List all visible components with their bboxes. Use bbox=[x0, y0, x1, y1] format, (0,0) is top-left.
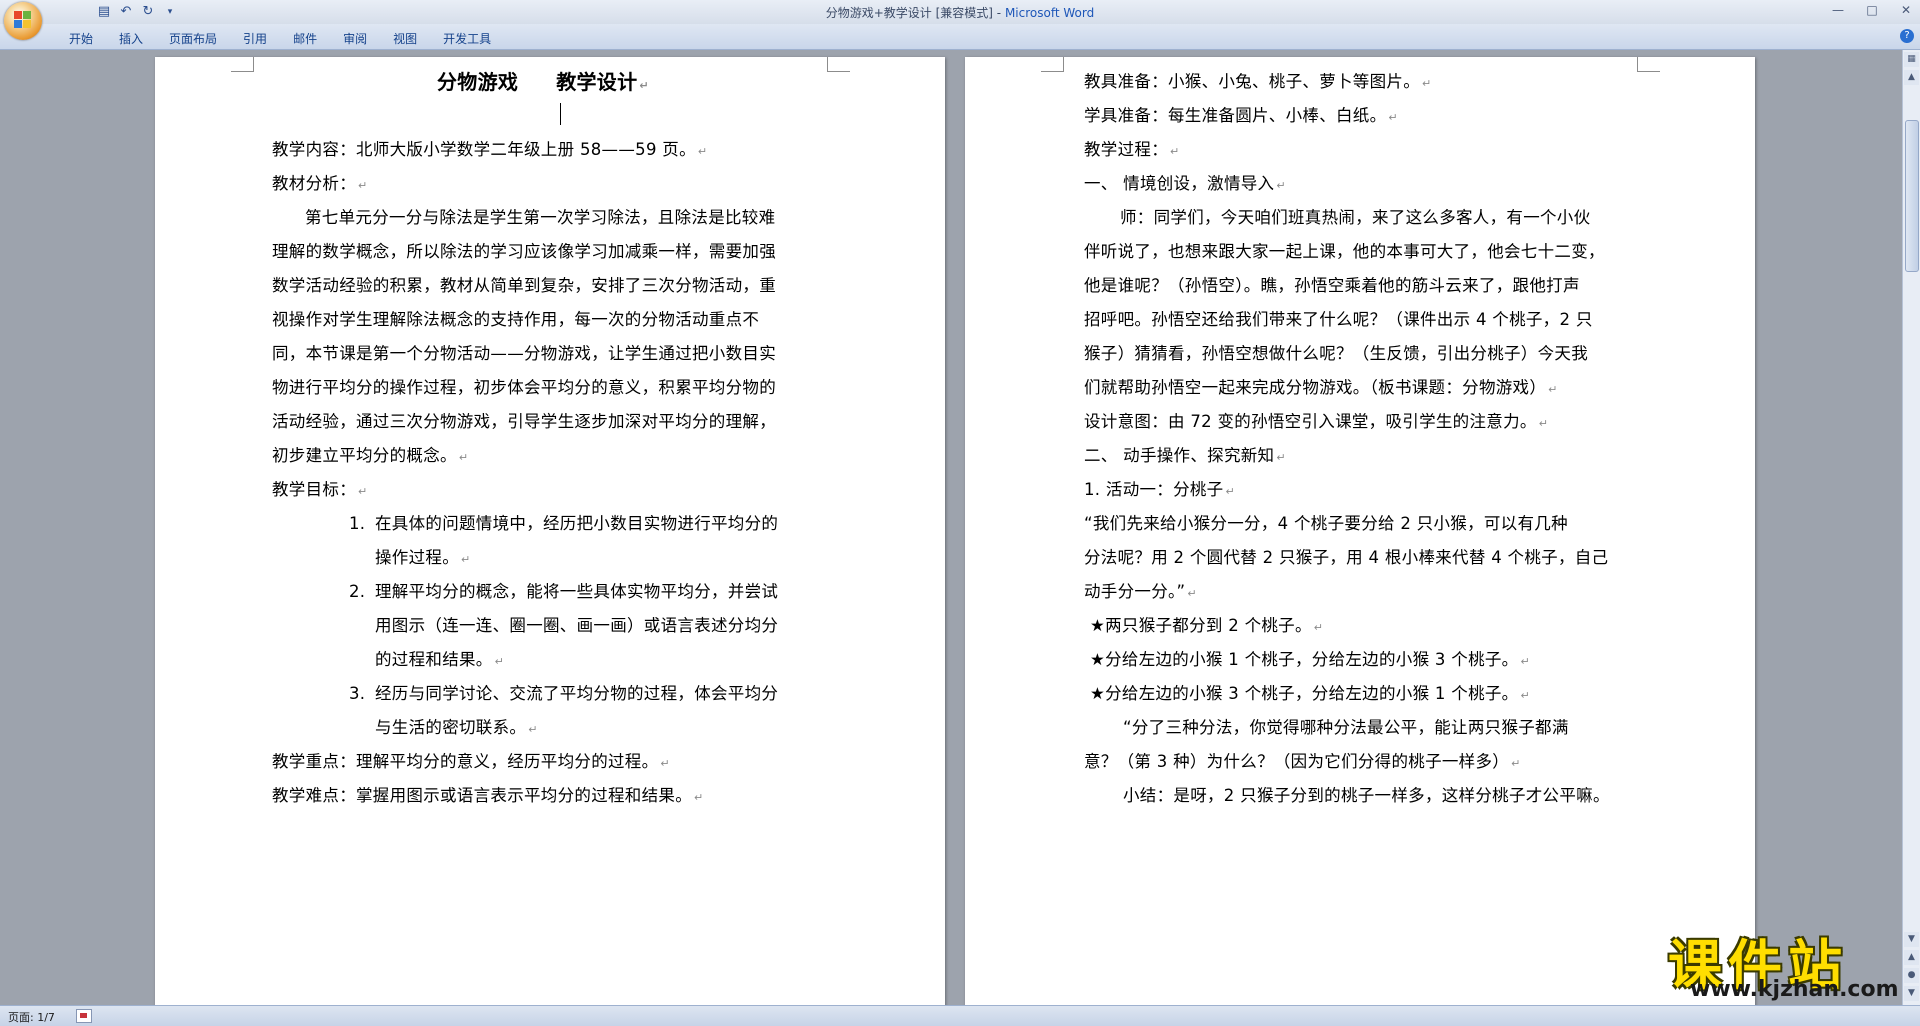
tab-view[interactable]: 视图 bbox=[380, 28, 430, 49]
title-part-1: 分物游戏 bbox=[437, 70, 519, 94]
ribbon-tabs: 开始 插入 页面布局 引用 邮件 审阅 视图 开发工具 bbox=[56, 28, 504, 49]
watermark: 课件站 www.kjzhan.com bbox=[1668, 921, 1900, 1005]
tab-page-layout[interactable]: 页面布局 bbox=[156, 28, 230, 49]
close-icon[interactable]: ✕ bbox=[1898, 2, 1914, 18]
paragraph: 学具准备：每生准备圆片、小棒、白纸。 ↵ bbox=[1084, 106, 1398, 125]
status-bar: 页面: 1/7 bbox=[0, 1005, 1920, 1026]
list-item: ★分给左边的小猴 3 个桃子，分给左边的小猴 1 个桃子。 ↵ bbox=[1090, 684, 1530, 703]
paragraph: 视操作对学生理解除法概念的支持作用，每一次的分物活动重点不 bbox=[272, 310, 760, 329]
next-page-icon[interactable]: ▼ bbox=[1904, 986, 1919, 1001]
paragraph: “分了三种分法，你觉得哪种分法最公平，能让两只猴子都满 bbox=[1123, 718, 1569, 737]
paragraph: 他是谁呢？（孙悟空）。瞧，孙悟空乘着他的筋斗云来了，跟他打声 bbox=[1084, 276, 1580, 295]
tab-review[interactable]: 审阅 bbox=[330, 28, 380, 49]
paragraph: 物进行平均分的操作过程，初步体会平均分的意义，积累平均分物的 bbox=[272, 378, 776, 397]
office-logo-icon bbox=[14, 11, 32, 29]
list-item: 操作过程。 ↵ bbox=[375, 548, 471, 567]
paragraph: 意？（第 3 种）为什么？（因为它们分得的桃子一样多） ↵ bbox=[1084, 752, 1521, 771]
list-item: ★两只猴子都分到 2 个桃子。 ↵ bbox=[1090, 616, 1324, 635]
minimize-icon[interactable]: — bbox=[1830, 2, 1846, 18]
list-item: 1. 在具体的问题情境中，经历把小数目实物进行平均分的 bbox=[349, 514, 779, 533]
scroll-down-icon[interactable]: ▼ bbox=[1904, 932, 1919, 947]
paragraph: 招呼吧。孙悟空还给我们带来了什么呢？（课件出示 4 个桃子，2 只 bbox=[1084, 310, 1593, 329]
document-title-heading: 分物游戏 教学设计 ↵ bbox=[437, 70, 649, 94]
page-1[interactable]: 分物游戏 教学设计 ↵ 教学内容：北师大版小学数学二年级上册 58——59 页。 ↵ … bbox=[155, 57, 945, 1005]
office-button[interactable] bbox=[4, 2, 42, 40]
paragraph: 教具准备：小猴、小兔、桃子、萝卜等图片。 ↵ bbox=[1084, 72, 1432, 91]
paragraph: 第七单元分一分与除法是学生第一次学习除法，且除法是比较难 bbox=[305, 208, 776, 227]
paragraph: 教学目标： ↵ bbox=[272, 480, 368, 499]
maximize-icon[interactable]: □ bbox=[1864, 2, 1880, 18]
text-cursor bbox=[560, 103, 561, 125]
crop-mark bbox=[827, 57, 850, 72]
paragraph: 教材分析： ↵ bbox=[272, 174, 368, 193]
paragraph: 师：同学们，今天咱们班真热闹，来了这么多客人，有一个小伙 bbox=[1120, 208, 1591, 227]
scroll-up-icon[interactable]: ▲ bbox=[1904, 70, 1919, 85]
paragraph: 分法呢？用 2 个圆代替 2 只猴子，用 4 根小棒来代替 4 个桃子，自己 bbox=[1084, 548, 1609, 567]
paragraph: 们就帮助孙悟空一起来完成分物游戏。（板书课题：分物游戏） ↵ bbox=[1084, 378, 1558, 397]
list-item: 的过程和结果。 ↵ bbox=[375, 650, 505, 669]
scrollbar-thumb[interactable] bbox=[1905, 120, 1919, 272]
paragraph: 理解的数学概念，所以除法的学习应该像学习加减乘一样，需要加强 bbox=[272, 242, 776, 261]
paragraph: 教学重点：理解平均分的意义，经历平均分的过程。 ↵ bbox=[272, 752, 670, 771]
tab-developer[interactable]: 开发工具 bbox=[430, 28, 504, 49]
ruler-toggle-icon[interactable]: ▦ bbox=[1904, 52, 1919, 67]
window-title: 分物游戏+教学设计 [兼容模式] - Microsoft Word bbox=[0, 4, 1920, 21]
paragraph: 设计意图：由 72 变的孙悟空引入课堂，吸引学生的注意力。 ↵ bbox=[1084, 412, 1549, 431]
paragraph: 同，本节课是第一个分物活动——分物游戏，让学生通过把小数目实 bbox=[272, 344, 776, 363]
tab-home[interactable]: 开始 bbox=[56, 28, 106, 49]
paragraph: 猴子）猜猜看，孙悟空想做什么呢？（生反馈，引出分桃子）今天我 bbox=[1084, 344, 1588, 363]
page-2[interactable]: 教具准备：小猴、小兔、桃子、萝卜等图片。 ↵ 学具准备：每生准备圆片、小棒、白纸。… bbox=[965, 57, 1755, 1005]
paragraph: 动手分一分。” ↵ bbox=[1084, 582, 1197, 601]
paragraph: 伴听说了，也想来跟大家一起上课，他的本事可大了，他会七十二变， bbox=[1084, 242, 1605, 261]
list-item: 3. 经历与同学讨论、交流了平均分物的过程，体会平均分 bbox=[349, 684, 779, 703]
paragraph: 数学活动经验的积累，教材从简单到复杂，安排了三次分物活动，重 bbox=[272, 276, 776, 295]
app-name: Microsoft Word bbox=[1004, 6, 1095, 20]
paragraph: 教学过程： ↵ bbox=[1084, 140, 1180, 159]
ribbon: 开始 插入 页面布局 引用 邮件 审阅 视图 开发工具 ? bbox=[0, 24, 1920, 50]
watermark-url: www.kjzhan.com bbox=[1690, 977, 1899, 1002]
document-title: 分物游戏+教学设计 [兼容模式] - bbox=[825, 6, 1005, 20]
list-item: 2. 理解平均分的概念，能将一些具体实物平均分，并尝试 bbox=[349, 582, 779, 601]
paragraph: 小结：是呀，2 只猴子分到的桃子一样多，这样分桃子才公平嘛。 bbox=[1123, 786, 1610, 805]
paragraph: 初步建立平均分的概念。 ↵ bbox=[272, 446, 469, 465]
paragraph: 活动经验，通过三次分物游戏，引导学生逐步加深对平均分的理解， bbox=[272, 412, 776, 431]
previous-page-icon[interactable]: ▲ bbox=[1904, 950, 1919, 965]
paragraph: 1. 活动一：分桃子 ↵ bbox=[1084, 480, 1236, 499]
document-area[interactable]: 分物游戏 教学设计 ↵ 教学内容：北师大版小学数学二年级上册 58——59 页。 ↵ … bbox=[0, 50, 1903, 1005]
list-item: ★分给左边的小猴 1 个桃子，分给左边的小猴 3 个桃子。 ↵ bbox=[1090, 650, 1530, 669]
list-item: 用图示（连一连、圈一圈、画一画）或语言表述分均分 bbox=[375, 616, 779, 635]
section-heading: 二、 动手操作、探究新知 ↵ bbox=[1084, 446, 1286, 465]
page-indicator[interactable]: 页面: 1/7 bbox=[8, 1009, 55, 1025]
list-item: 与生活的密切联系。 ↵ bbox=[375, 718, 538, 737]
tab-mailings[interactable]: 邮件 bbox=[280, 28, 330, 49]
help-icon[interactable]: ? bbox=[1900, 29, 1914, 43]
tab-insert[interactable]: 插入 bbox=[106, 28, 156, 49]
browse-object-icon[interactable]: ● bbox=[1904, 968, 1919, 983]
vertical-scrollbar[interactable]: ▦ ▲ ▼ ▲ ● ▼ bbox=[1902, 50, 1920, 1005]
crop-mark bbox=[1041, 57, 1064, 72]
crop-mark bbox=[231, 57, 254, 72]
tab-references[interactable]: 引用 bbox=[230, 28, 280, 49]
crop-mark bbox=[1637, 57, 1660, 72]
section-heading: 一、 情境创设，激情导入 ↵ bbox=[1084, 174, 1286, 193]
window-controls: — □ ✕ bbox=[1830, 2, 1914, 18]
paragraph: 教学内容：北师大版小学数学二年级上册 58——59 页。 ↵ bbox=[272, 140, 708, 159]
proofing-icon[interactable] bbox=[76, 1009, 92, 1023]
paragraph: “我们先来给小猴分一分，4 个桃子要分给 2 只小猴，可以有几种 bbox=[1084, 514, 1568, 533]
title-bar: ▤ ↶ ↻ ▾ 分物游戏+教学设计 [兼容模式] - Microsoft Wor… bbox=[0, 0, 1920, 40]
paragraph: 教学难点：掌握用图示或语言表示平均分的过程和结果。 ↵ bbox=[272, 786, 704, 805]
title-part-2: 教学设计 bbox=[556, 70, 638, 94]
